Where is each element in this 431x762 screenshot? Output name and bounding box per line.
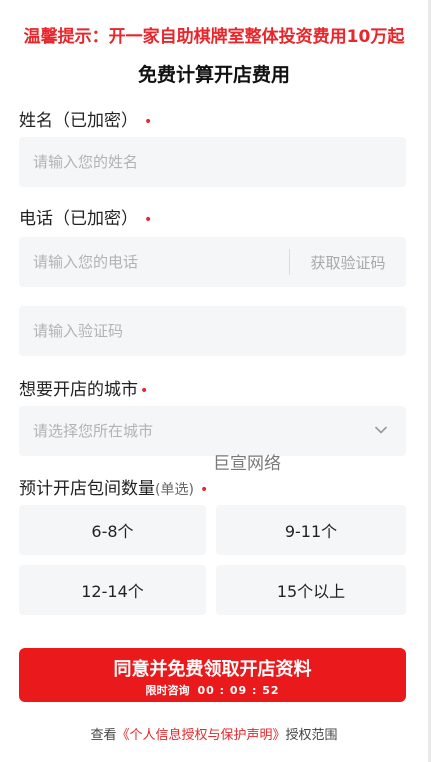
name-input[interactable]	[19, 137, 406, 187]
required-marker: •	[144, 114, 153, 130]
rooms-label: 预计开店包间数量(单选) •	[19, 474, 208, 499]
submit-label: 同意并免费领取开店资料	[113, 659, 312, 680]
countdown: 限时咨询 00 : 09 : 52	[19, 682, 406, 698]
room-option[interactable]: 6-8个	[19, 505, 206, 555]
page: 温馨提示：开一家自助棋牌室整体投资费用10万起 免费计算开店费用 姓名（已加密）…	[0, 0, 431, 762]
required-marker: •	[140, 383, 149, 399]
investment-warning: 温馨提示：开一家自助棋牌室整体投资费用10万起	[23, 27, 405, 47]
chevron-down-icon	[375, 426, 387, 434]
form-title: 免费计算开店费用	[137, 64, 290, 86]
phone-input[interactable]	[19, 237, 289, 287]
name-field[interactable]	[19, 137, 406, 187]
rooms-hint: (单选)	[155, 482, 194, 498]
room-option[interactable]: 12-14个	[19, 565, 206, 615]
required-marker: •	[199, 482, 209, 498]
city-label: 想要开店的城市 •	[19, 375, 148, 400]
name-label: 姓名（已加密） •	[19, 106, 152, 131]
code-field[interactable]	[19, 306, 406, 356]
room-option[interactable]: 15个以上	[216, 565, 406, 615]
city-label-text: 想要开店的城市	[19, 380, 138, 400]
agreement-text: 查看《个人信息授权与保护声明》授权范围	[0, 724, 428, 743]
watermark: 巨宣网络	[213, 454, 281, 474]
room-option[interactable]: 9-11个	[216, 505, 406, 555]
phone-label: 电话（已加密） •	[19, 204, 152, 229]
city-select-value: 请选择您所在城市	[33, 422, 154, 440]
countdown-value: 00 : 09 : 52	[197, 684, 280, 697]
code-input[interactable]	[19, 306, 406, 356]
phone-field[interactable]: 获取验证码	[19, 237, 406, 287]
agreement-prefix: 查看	[90, 728, 117, 743]
get-code-button[interactable]: 获取验证码	[289, 249, 406, 275]
privacy-statement-link[interactable]: 《个人信息授权与保护声明》	[116, 728, 285, 743]
name-label-text: 姓名（已加密）	[19, 111, 138, 131]
rooms-label-text: 预计开店包间数量	[19, 479, 155, 499]
required-marker: •	[144, 212, 153, 228]
phone-label-text: 电话（已加密）	[19, 209, 138, 229]
submit-button[interactable]: 同意并免费领取开店资料 限时咨询 00 : 09 : 52	[19, 648, 406, 702]
countdown-label: 限时咨询	[145, 684, 190, 697]
agreement-suffix: 授权范围	[285, 728, 338, 743]
